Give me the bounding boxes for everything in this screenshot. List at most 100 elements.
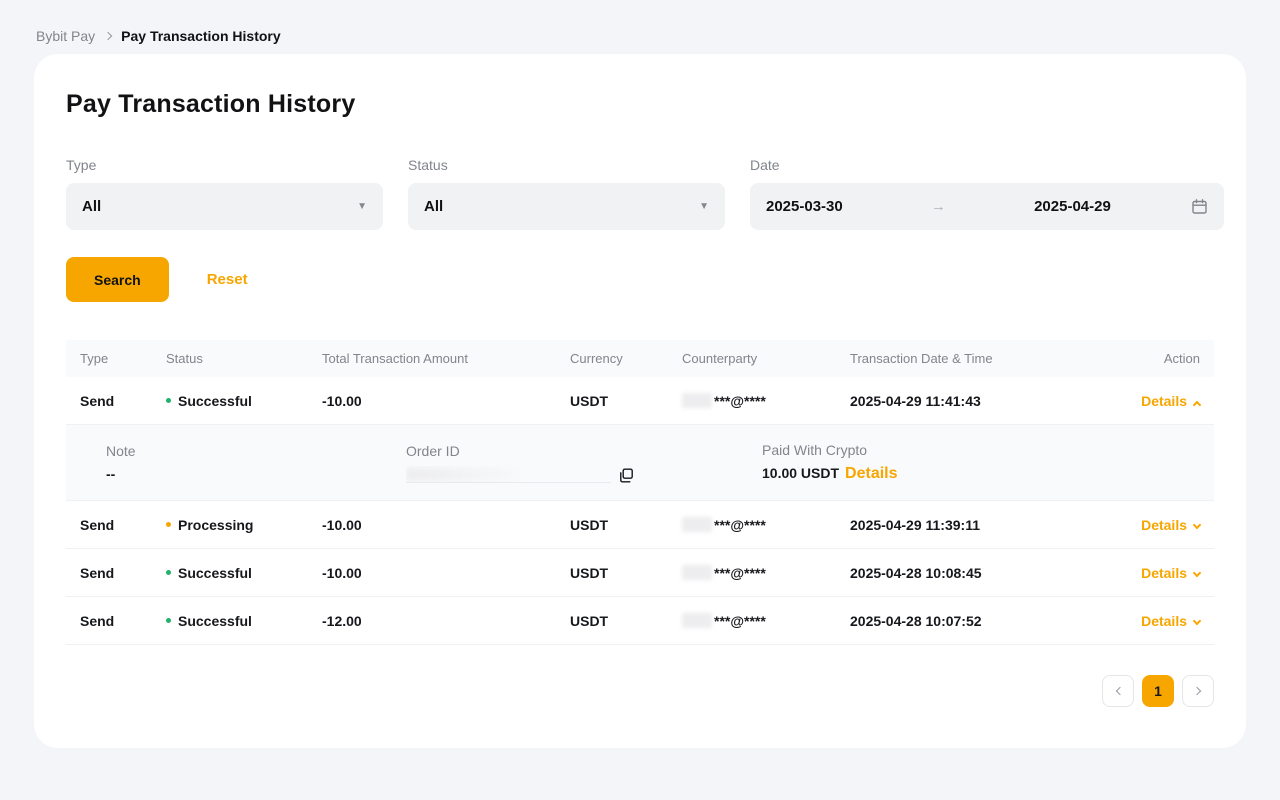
row-type: Send bbox=[66, 517, 152, 533]
row-amount: -10.00 bbox=[308, 565, 556, 581]
status-dot-icon bbox=[166, 570, 171, 575]
row-currency: USDT bbox=[556, 517, 668, 533]
table-row: Send Successful -10.00 USDT ***@**** 202… bbox=[66, 549, 1214, 597]
row-counterparty: ***@**** bbox=[668, 565, 836, 581]
order-id-label: Order ID bbox=[406, 443, 762, 459]
row-counterparty: ***@**** bbox=[668, 517, 836, 533]
details-toggle[interactable]: Details bbox=[1116, 517, 1214, 533]
date-range-picker[interactable]: 2025-03-30 → 2025-04-29 bbox=[750, 183, 1224, 230]
type-select-value: All bbox=[82, 198, 101, 215]
transaction-table: Type Status Total Transaction Amount Cur… bbox=[66, 340, 1214, 645]
row-type: Send bbox=[66, 393, 152, 409]
row-status: Processing bbox=[152, 517, 308, 533]
note-section: Note -- bbox=[106, 443, 406, 482]
filter-actions: Search Reset bbox=[66, 257, 1214, 302]
status-dot-icon bbox=[166, 398, 171, 403]
reset-button[interactable]: Reset bbox=[207, 271, 248, 288]
redacted-order-id bbox=[406, 466, 611, 483]
next-page-button[interactable] bbox=[1182, 675, 1214, 707]
details-toggle[interactable]: Details bbox=[1116, 565, 1214, 581]
row-type: Send bbox=[66, 613, 152, 629]
order-id-section: Order ID bbox=[406, 443, 762, 483]
counterparty-masked: ***@**** bbox=[714, 517, 766, 533]
redacted-counterparty-prefix bbox=[682, 565, 712, 580]
paid-with-crypto-value: 10.00 USDT bbox=[762, 465, 839, 481]
header-datetime: Transaction Date & Time bbox=[836, 351, 1116, 366]
status-select[interactable]: All ▼ bbox=[408, 183, 725, 230]
chevron-down-icon: ▼ bbox=[357, 201, 367, 212]
status-filter-label: Status bbox=[408, 157, 725, 173]
previous-page-button[interactable] bbox=[1102, 675, 1134, 707]
pagination: 1 bbox=[1102, 675, 1214, 707]
row-amount: -10.00 bbox=[308, 393, 556, 409]
row-datetime: 2025-04-29 11:41:43 bbox=[836, 393, 1116, 409]
row-amount: -10.00 bbox=[308, 517, 556, 533]
row-type: Send bbox=[66, 565, 152, 581]
status-text: Successful bbox=[178, 393, 252, 409]
counterparty-masked: ***@**** bbox=[714, 565, 766, 581]
row-status: Successful bbox=[152, 565, 308, 581]
row-datetime: 2025-04-28 10:08:45 bbox=[836, 565, 1116, 581]
status-text: Successful bbox=[178, 565, 252, 581]
counterparty-masked: ***@**** bbox=[714, 613, 766, 629]
filters: Type All ▼ Status All ▼ Date 2025-03-30 … bbox=[66, 157, 1214, 230]
calendar-icon[interactable] bbox=[1191, 198, 1208, 215]
date-range-arrow-icon: → bbox=[931, 198, 946, 215]
chevron-down-icon bbox=[1193, 520, 1201, 528]
paid-details-link[interactable]: Details bbox=[845, 465, 897, 483]
date-end-value[interactable]: 2025-04-29 bbox=[1034, 198, 1111, 215]
date-filter-label: Date bbox=[750, 157, 1224, 173]
note-label: Note bbox=[106, 443, 406, 459]
paid-with-crypto-label: Paid With Crypto bbox=[762, 442, 898, 458]
chevron-up-icon bbox=[1193, 400, 1201, 408]
header-counterparty: Counterparty bbox=[668, 351, 836, 366]
redacted-counterparty-prefix bbox=[682, 393, 712, 408]
row-datetime: 2025-04-28 10:07:52 bbox=[836, 613, 1116, 629]
chevron-left-icon bbox=[1115, 687, 1123, 695]
chevron-down-icon bbox=[1193, 616, 1201, 624]
note-value: -- bbox=[106, 466, 406, 482]
breadcrumb-chevron-icon bbox=[104, 31, 112, 39]
header-currency: Currency bbox=[556, 351, 668, 366]
status-select-value: All bbox=[424, 198, 443, 215]
chevron-right-icon bbox=[1192, 687, 1200, 695]
chevron-down-icon bbox=[1193, 568, 1201, 576]
breadcrumb: Bybit Pay Pay Transaction History bbox=[0, 0, 1280, 45]
page-title: Pay Transaction History bbox=[66, 90, 1214, 119]
row-counterparty: ***@**** bbox=[668, 613, 836, 629]
row-counterparty: ***@**** bbox=[668, 393, 836, 409]
type-filter: Type All ▼ bbox=[66, 157, 383, 230]
table-row: Send Successful -12.00 USDT ***@**** 202… bbox=[66, 597, 1214, 645]
header-amount: Total Transaction Amount bbox=[308, 351, 556, 366]
header-type: Type bbox=[66, 351, 152, 366]
status-dot-icon bbox=[166, 618, 171, 623]
date-filter: Date 2025-03-30 → 2025-04-29 bbox=[750, 157, 1224, 230]
row-currency: USDT bbox=[556, 565, 668, 581]
row-datetime: 2025-04-29 11:39:11 bbox=[836, 517, 1116, 533]
table-row: Send Successful -10.00 USDT ***@**** 202… bbox=[66, 377, 1214, 425]
breadcrumb-current: Pay Transaction History bbox=[121, 28, 281, 44]
search-button[interactable]: Search bbox=[66, 257, 169, 302]
redacted-counterparty-prefix bbox=[682, 613, 712, 628]
counterparty-masked: ***@**** bbox=[714, 393, 766, 409]
table-header-row: Type Status Total Transaction Amount Cur… bbox=[66, 340, 1214, 377]
page-number-current[interactable]: 1 bbox=[1142, 675, 1174, 707]
row-status: Successful bbox=[152, 393, 308, 409]
table-row: Send Processing -10.00 USDT ***@**** 202… bbox=[66, 501, 1214, 549]
details-toggle[interactable]: Details bbox=[1116, 393, 1214, 409]
type-select[interactable]: All ▼ bbox=[66, 183, 383, 230]
breadcrumb-parent-link[interactable]: Bybit Pay bbox=[36, 28, 95, 44]
expanded-detail-panel: Note -- Order ID Paid With Crypto bbox=[66, 425, 1214, 501]
status-filter: Status All ▼ bbox=[408, 157, 725, 230]
copy-icon[interactable] bbox=[619, 468, 634, 483]
row-status: Successful bbox=[152, 613, 308, 629]
chevron-down-icon: ▼ bbox=[699, 201, 709, 212]
date-start-value[interactable]: 2025-03-30 bbox=[766, 198, 843, 215]
details-toggle[interactable]: Details bbox=[1116, 613, 1214, 629]
row-currency: USDT bbox=[556, 613, 668, 629]
status-dot-icon bbox=[166, 522, 171, 527]
row-amount: -12.00 bbox=[308, 613, 556, 629]
status-text: Successful bbox=[178, 613, 252, 629]
paid-with-crypto-section: Paid With Crypto 10.00 USDT Details bbox=[762, 442, 898, 483]
header-status: Status bbox=[152, 351, 308, 366]
